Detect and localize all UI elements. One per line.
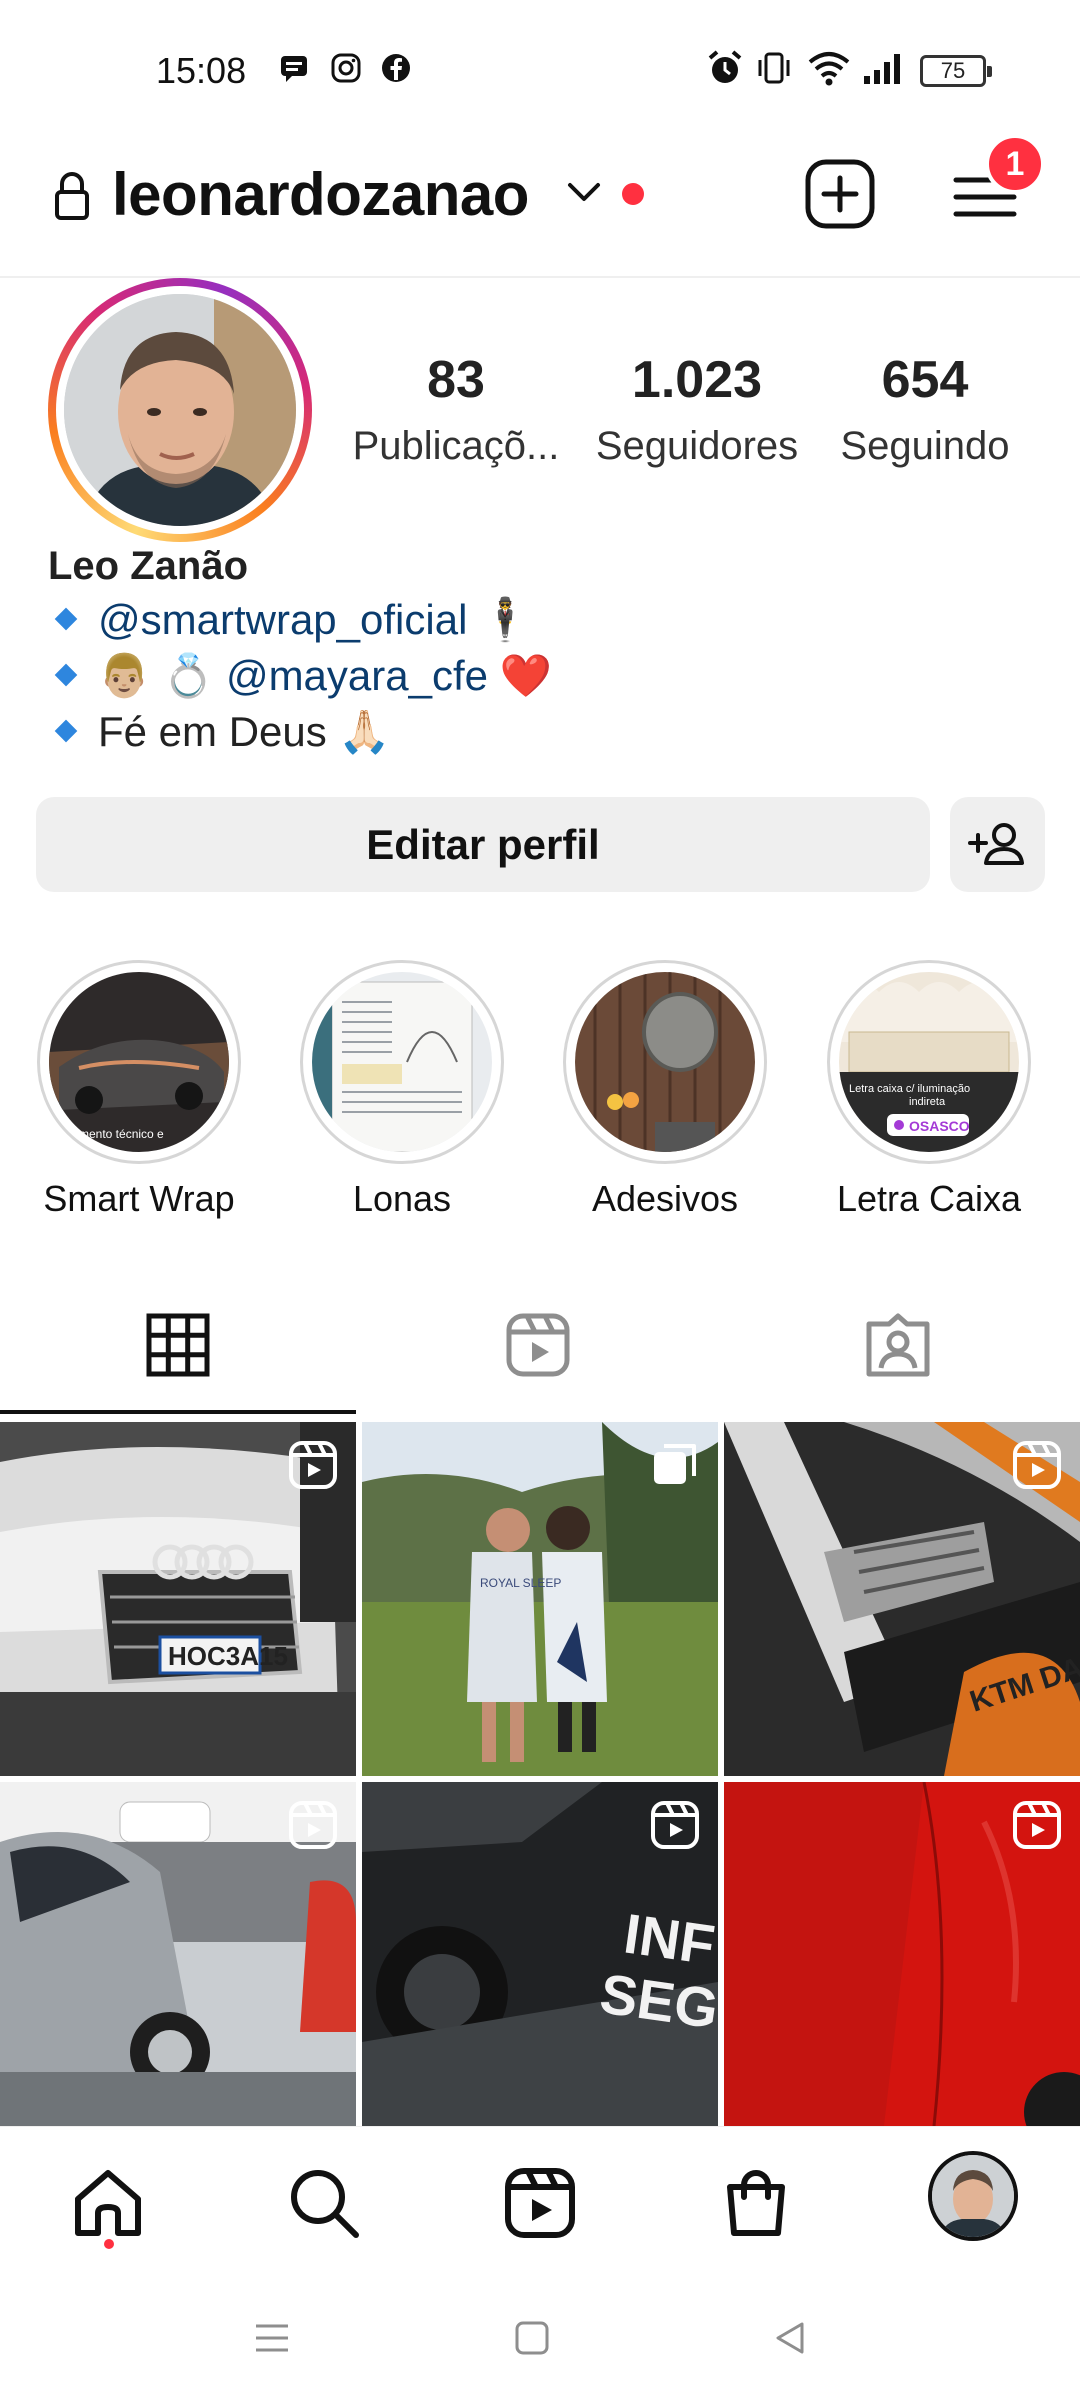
posts-grid: HOC3A15 ROYAL SLEEP KTM DA INF SEGU xyxy=(0,1422,1080,2136)
shirt-text: ROYAL SLEEP xyxy=(480,1576,561,1590)
followers-count[interactable]: 1.023 Seguidores xyxy=(587,350,807,469)
instagram-profile-screen: 15:08 75 leonardozanao 1 83 Publicaçõ...… xyxy=(0,0,1080,2400)
signal-icon xyxy=(864,54,900,84)
following-count-label: Seguindo xyxy=(840,424,1010,468)
reel-indicator-icon xyxy=(651,1801,699,1849)
bio-line-1: @smartwrap_oficial 🕴 xyxy=(54,596,532,645)
bio-emoji: ❤️ xyxy=(499,652,552,699)
bio-text: Fé em Deus xyxy=(98,708,327,755)
reel-indicator-icon xyxy=(289,1441,337,1489)
vibrate-icon xyxy=(758,52,790,84)
shop-icon[interactable] xyxy=(716,2163,796,2243)
post-thumbnail[interactable]: HOC3A15 xyxy=(0,1422,356,1776)
message-app-icon xyxy=(281,56,307,82)
status-bar: 15:08 75 xyxy=(0,0,1080,120)
diamond-icon xyxy=(54,719,78,743)
tab-posts-grid[interactable] xyxy=(0,1292,360,1412)
lock-icon xyxy=(55,172,89,220)
highlight-letra-caixa[interactable]: Letra caixa c/ iluminação indireta OSASC… xyxy=(824,960,1034,1220)
home-button-icon[interactable] xyxy=(512,2318,552,2358)
notification-badge: 1 xyxy=(985,134,1045,194)
reels-icon[interactable] xyxy=(500,2163,580,2243)
instagram-app-icon xyxy=(331,53,361,83)
create-post-button[interactable] xyxy=(804,158,876,230)
discover-people-button[interactable] xyxy=(950,797,1045,892)
reel-indicator-icon xyxy=(289,1801,337,1849)
following-count[interactable]: 654 Seguindo xyxy=(815,350,1035,469)
post-thumbnail[interactable]: ROYAL SLEEP xyxy=(362,1422,718,1776)
bio-line-3: Fé em Deus 🙏🏻 xyxy=(54,708,391,757)
mention-link[interactable]: @smartwrap_oficial xyxy=(98,596,467,643)
following-count-value: 654 xyxy=(881,351,969,409)
posts-count[interactable]: 83 Publicaçõ... xyxy=(346,350,566,469)
posts-count-label: Publicaçõ... xyxy=(352,424,560,468)
alarm-icon xyxy=(708,50,742,83)
profile-header: leonardozanao 1 xyxy=(0,134,1080,260)
reel-indicator-icon xyxy=(1013,1441,1061,1489)
highlight-label: Letra Caixa xyxy=(836,1178,1022,1219)
highlight-label: Lonas xyxy=(352,1178,452,1219)
post-thumbnail[interactable] xyxy=(0,1782,356,2136)
highlight-cover xyxy=(312,972,492,1152)
highlight-cover: mento técnico e xyxy=(49,972,229,1152)
status-time: 15:08 xyxy=(156,50,247,91)
bio-emoji: 🕴 xyxy=(479,596,532,643)
highlight-cover: Letra caixa c/ iluminação indireta OSASC… xyxy=(839,972,1019,1152)
edit-profile-button[interactable]: Editar perfil xyxy=(36,797,930,892)
post-thumbnail[interactable] xyxy=(724,1782,1080,2136)
avatar xyxy=(932,2155,1014,2237)
bio-emoji: 👨🏼 💍 xyxy=(98,652,215,699)
highlight-cover-text: indireta xyxy=(909,1096,946,1108)
highlight-cover-text: mento técnico e xyxy=(79,1127,164,1141)
highlight-smart-wrap[interactable]: mento técnico e Smart Wrap xyxy=(34,960,244,1220)
highlight-cover-text: Letra caixa c/ iluminação xyxy=(849,1083,970,1095)
wifi-icon xyxy=(808,52,850,86)
highlight-label: Adesivos xyxy=(591,1178,739,1219)
license-plate-text: HOC3A15 xyxy=(168,1641,288,1671)
mention-link[interactable]: @mayara_cfe xyxy=(226,652,488,699)
bio-emoji: 🙏🏻 xyxy=(338,708,391,755)
profile-full-name: Leo Zanão xyxy=(48,544,249,588)
recent-apps-icon[interactable] xyxy=(252,2318,292,2358)
highlight-label: Smart Wrap xyxy=(43,1178,235,1219)
new-activity-dot xyxy=(622,183,644,205)
username-switcher[interactable]: leonardozanao xyxy=(112,160,529,229)
battery-indicator: 75 xyxy=(920,55,992,87)
diamond-icon xyxy=(54,607,78,631)
bio-line-2: 👨🏼 💍 @mayara_cfe ❤️ xyxy=(54,652,552,701)
post-thumbnail[interactable]: INF SEGU xyxy=(362,1782,718,2136)
back-icon[interactable] xyxy=(770,2318,810,2358)
facebook-app-icon xyxy=(382,54,410,82)
add-person-icon xyxy=(968,823,1024,865)
grid-icon xyxy=(146,1313,210,1377)
search-icon[interactable] xyxy=(284,2163,364,2243)
tab-reels[interactable] xyxy=(360,1292,720,1412)
tagged-icon xyxy=(866,1313,930,1377)
reel-indicator-icon xyxy=(1013,1801,1061,1849)
profile-avatar[interactable] xyxy=(48,278,312,542)
header-divider xyxy=(0,276,1080,278)
profile-photo xyxy=(64,294,296,526)
posts-count-value: 83 xyxy=(427,351,485,409)
chevron-down-icon[interactable] xyxy=(566,180,602,204)
bottom-navigation xyxy=(0,2126,1080,2274)
followers-count-label: Seguidores xyxy=(595,424,799,468)
system-navigation-bar xyxy=(0,2274,1080,2400)
tab-tagged[interactable] xyxy=(720,1292,1080,1412)
diamond-icon xyxy=(54,663,78,687)
profile-tab-avatar[interactable] xyxy=(928,2151,1018,2241)
highlight-location-sticker: OSASCO xyxy=(909,1118,970,1134)
highlight-cover xyxy=(575,972,755,1152)
followers-count-value: 1.023 xyxy=(631,351,763,409)
home-icon[interactable] xyxy=(68,2163,148,2243)
post-thumbnail[interactable]: KTM DA xyxy=(724,1422,1080,1776)
reels-icon xyxy=(506,1313,570,1377)
carousel-indicator-icon xyxy=(654,1444,696,1484)
home-new-dot xyxy=(104,2239,114,2249)
highlight-lonas[interactable]: Lonas xyxy=(297,960,507,1220)
highlight-adesivos[interactable]: Adesivos xyxy=(560,960,770,1220)
active-tab-indicator xyxy=(0,1410,356,1414)
